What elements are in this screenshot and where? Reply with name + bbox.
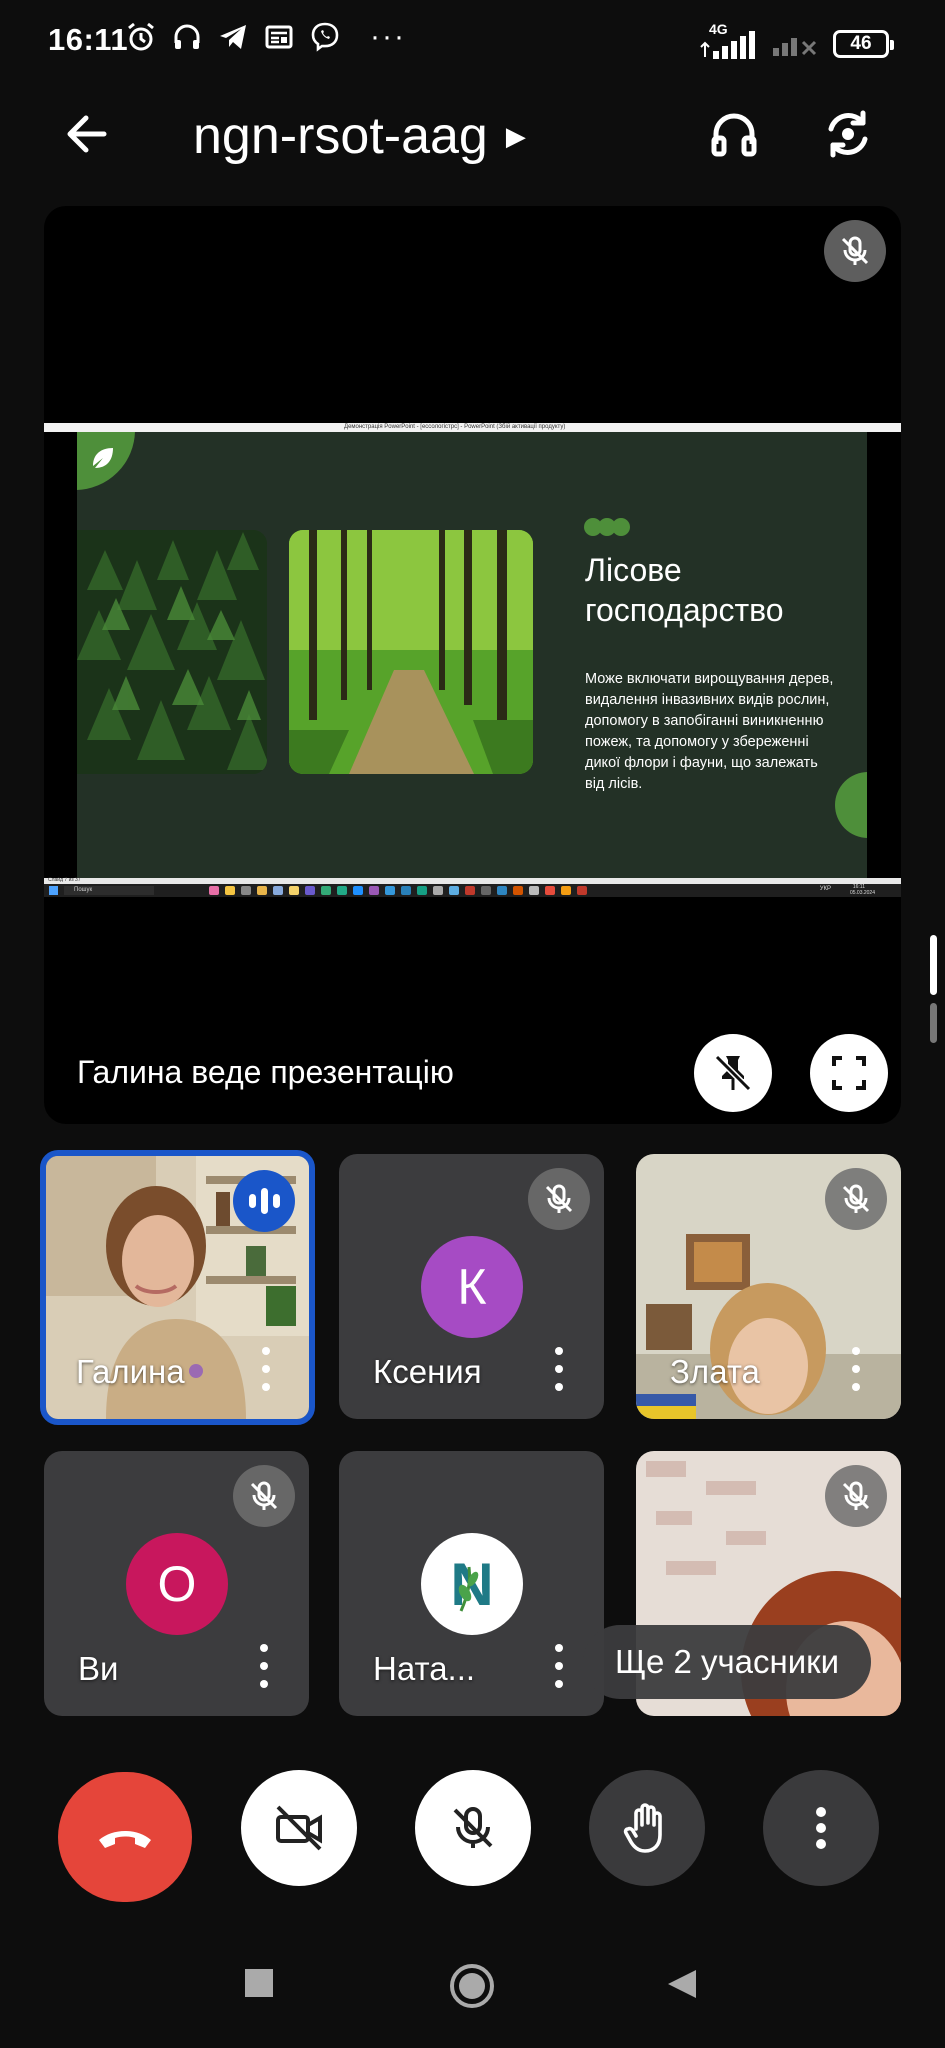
windows-taskbar: Пошук УКР 16:11 05.03.2024 — [44, 884, 901, 897]
telegram-icon — [214, 18, 252, 56]
unpin-button[interactable] — [694, 1034, 772, 1112]
camera-off-icon — [276, 1805, 322, 1851]
slide-counter: Слайд 7 из 37 — [48, 877, 81, 883]
avatar: N — [421, 1533, 523, 1635]
participant-more-button[interactable] — [259, 1347, 273, 1391]
participant-name: Ви — [78, 1650, 119, 1687]
battery-indicator: 46 — [833, 29, 894, 58]
participant-more-button[interactable] — [552, 1644, 566, 1688]
chevron-right-icon: ▶ — [505, 120, 526, 151]
participant-tile-galyna[interactable]: Галина — [40, 1150, 315, 1425]
raise-hand-icon — [623, 1803, 662, 1853]
headset-icon — [168, 18, 206, 56]
status-system-icons: 4G 46 — [699, 21, 894, 63]
participant-name: Злата — [670, 1353, 760, 1390]
powerpoint-window-bar: Демонстрація PowerPoint - [ессологістрс]… — [44, 423, 901, 432]
slide-title-line2: господарство — [585, 592, 784, 628]
news-icon — [260, 18, 298, 56]
slide-body-text: Може включати вирощування дерев, видален… — [585, 671, 834, 792]
signal-no-service-icon — [771, 24, 819, 63]
presenter-label: Галина веде презентацію — [77, 1054, 454, 1090]
home-circle-icon — [450, 1964, 494, 2008]
hang-up-icon — [99, 1831, 151, 1848]
participant-tile-zlata[interactable]: Злата — [636, 1154, 901, 1419]
participant-more-button[interactable] — [552, 1347, 566, 1391]
forest-path-image — [289, 530, 533, 774]
signal-4g-icon: 4G — [699, 21, 757, 61]
taskbar-search: Пошук — [64, 886, 154, 895]
end-call-button[interactable] — [58, 1772, 192, 1902]
participant-tile-nata[interactable]: N Ната... — [339, 1451, 604, 1716]
more-options-button[interactable] — [763, 1770, 879, 1886]
presentation-slide: Лісове господарство Може включати вирощу… — [77, 432, 867, 878]
leaf-logo — [77, 432, 135, 490]
more-participants-button[interactable]: Ще 2 учасники — [583, 1625, 872, 1699]
switch-camera-icon — [828, 110, 868, 158]
more-notifications-icon: ··· — [370, 20, 406, 53]
presentation-tile[interactable]: Демонстрація PowerPoint - [ессологістрс]… — [44, 206, 901, 1124]
scroll-indicator — [930, 935, 937, 995]
meeting-code: ngn-rsot-aag — [193, 107, 488, 165]
decorative-circle — [835, 772, 867, 838]
mic-off-icon — [825, 1168, 887, 1230]
forest-aerial-image — [77, 530, 267, 774]
viber-icon — [306, 18, 344, 56]
avatar: О — [126, 1533, 228, 1635]
more-vert-icon — [816, 1807, 826, 1849]
mic-off-icon — [453, 1807, 493, 1848]
meeting-header: ngn-rsot-aag ▶ — [0, 84, 945, 184]
mic-toggle-button[interactable] — [415, 1770, 531, 1886]
back-triangle-icon — [668, 1970, 696, 1998]
switch-camera-button[interactable] — [818, 104, 878, 164]
recents-square-icon — [245, 1969, 273, 1997]
mic-off-icon — [233, 1465, 295, 1527]
participant-name: Ната... — [373, 1650, 476, 1687]
audio-output-button[interactable] — [704, 104, 764, 164]
raise-hand-button[interactable] — [589, 1770, 705, 1886]
participant-name: Ксения — [373, 1353, 482, 1390]
camera-toggle-button[interactable] — [241, 1770, 357, 1886]
status-bar: 16:11 ··· 4G 46 — [0, 0, 945, 84]
mic-off-icon — [825, 1465, 887, 1527]
window-title: Демонстрація PowerPoint - [ессологістрс]… — [344, 424, 566, 430]
meeting-title-button[interactable]: ngn-rsot-aag ▶ — [193, 106, 526, 166]
back-arrow-icon — [67, 115, 107, 153]
participant-more-button[interactable] — [849, 1347, 863, 1391]
tray-language: УКР — [819, 886, 831, 892]
tray-date: 05.03.2024 — [849, 890, 875, 896]
scroll-track — [930, 1003, 937, 1043]
participant-tile-you[interactable]: О Ви — [44, 1451, 309, 1716]
taskbar-apps — [209, 886, 587, 895]
back-button[interactable] — [58, 106, 114, 162]
shared-screen: Демонстрація PowerPoint - [ессологістрс]… — [44, 423, 901, 897]
speaking-indicator-icon — [233, 1170, 295, 1232]
participant-tile-ksenia[interactable]: К Ксения — [339, 1154, 604, 1419]
back-nav-button[interactable] — [666, 1968, 698, 2000]
slide-title-line1: Лісове — [585, 552, 682, 588]
status-time: 16:11 — [48, 22, 129, 57]
alarm-icon — [122, 18, 160, 56]
leaf-icon — [93, 448, 113, 468]
decorative-dots — [584, 518, 630, 536]
unpin-icon — [714, 1054, 752, 1092]
system-navigation-bar — [0, 1940, 945, 2048]
recents-button[interactable] — [244, 1968, 274, 1998]
fullscreen-icon — [832, 1056, 866, 1090]
presentation-mic-off-icon — [824, 220, 886, 282]
status-notification-icons: ··· — [122, 18, 406, 56]
windows-start-icon — [49, 886, 58, 895]
participant-name: Галина — [76, 1353, 185, 1390]
participant-more-button[interactable] — [257, 1644, 271, 1688]
avatar: К — [421, 1236, 523, 1338]
mic-off-icon — [528, 1168, 590, 1230]
slide-title: Лісове господарство — [585, 550, 784, 630]
home-button[interactable] — [448, 1962, 496, 2010]
fullscreen-button[interactable] — [810, 1034, 888, 1112]
headphones-icon — [711, 113, 757, 157]
